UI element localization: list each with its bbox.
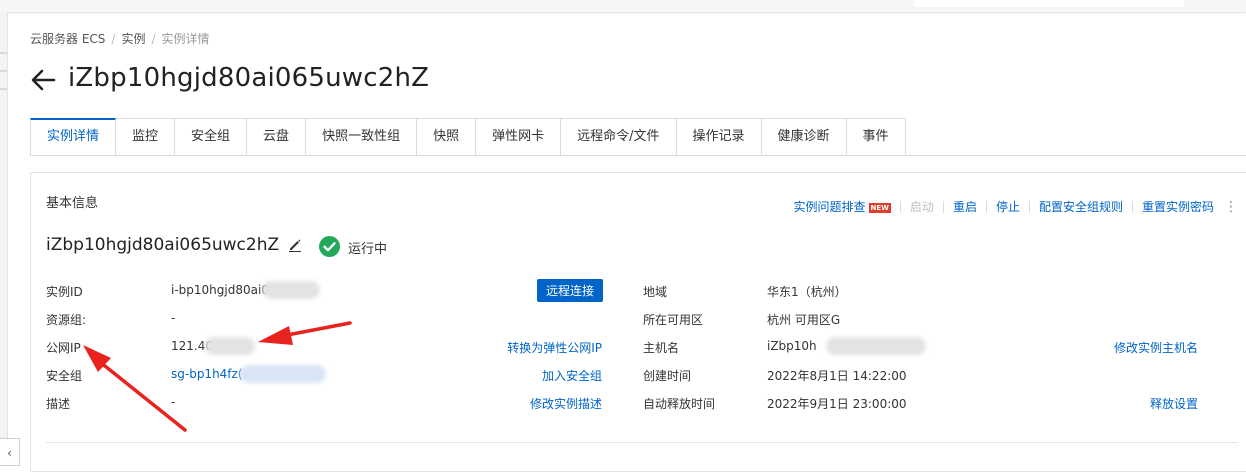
instance-id-value: i-bp10hgjd80ai0 <box>171 283 269 297</box>
breadcrumb: 云服务器 ECS / 实例 / 实例详情 <box>30 30 210 47</box>
basic-info-panel <box>30 172 1246 472</box>
convert-to-eip-link[interactable]: 转换为弹性公网IP <box>507 339 602 356</box>
collapse-sidebar-button[interactable]: ‹ <box>0 438 20 466</box>
tab-eni[interactable]: 弹性网卡 <box>476 118 562 156</box>
top-search-area[interactable] <box>914 0 1184 7</box>
breadcrumb-separator: / <box>111 32 116 46</box>
zone-value: 杭州 可用区G <box>767 313 841 327</box>
tab-security-groups[interactable]: 安全组 <box>175 118 248 156</box>
description-value: - <box>171 395 176 409</box>
check-circle-icon <box>319 236 340 257</box>
new-badge: NEW <box>868 203 891 213</box>
instance-actions: 实例问题排查 NEW 启动 重启 停止 配置安全组规则 重置实例密码 ⋮ <box>794 198 1238 215</box>
tab-monitoring[interactable]: 监控 <box>116 118 176 156</box>
top-bar <box>0 0 1246 13</box>
reset-password-link[interactable]: 重置实例密码 <box>1142 198 1214 215</box>
action-divider <box>1131 200 1133 213</box>
action-divider <box>985 200 987 213</box>
edit-description-link[interactable]: 修改实例描述 <box>530 395 602 412</box>
redaction-mask <box>240 365 326 383</box>
action-divider <box>942 200 944 213</box>
tab-instance-details[interactable]: 实例详情 <box>30 118 117 156</box>
tab-events[interactable]: 事件 <box>846 118 906 156</box>
security-group-label: 安全组 <box>46 369 83 383</box>
troubleshoot-link[interactable]: 实例问题排查 NEW <box>794 198 891 215</box>
public-ip-label: 公网IP <box>46 341 81 355</box>
redaction-mask <box>205 337 255 355</box>
rail-marker <box>0 88 7 90</box>
section-title: 基本信息 <box>46 196 99 211</box>
redaction-mask <box>826 337 926 355</box>
tab-snapshot-consistency-groups[interactable]: 快照一致性组 <box>306 118 418 156</box>
created-time-value: 2022年8月1日 14:22:00 <box>767 369 907 383</box>
tab-bar: 实例详情 监控 安全组 云盘 快照一致性组 快照 弹性网卡 远程命令/文件 操作… <box>30 118 906 156</box>
section-divider <box>46 442 1238 443</box>
resource-group-value: - <box>171 311 176 325</box>
pencil-icon[interactable] <box>288 238 302 252</box>
edit-hostname-link[interactable]: 修改实例主机名 <box>1114 339 1198 356</box>
more-options-icon[interactable]: ⋮ <box>1224 199 1238 215</box>
tab-health-diagnosis[interactable]: 健康诊断 <box>761 118 847 156</box>
rail-marker <box>0 70 7 72</box>
tab-remote-commands[interactable]: 远程命令/文件 <box>561 118 677 156</box>
auto-release-value: 2022年9月1日 23:00:00 <box>767 397 907 411</box>
chevron-left-icon: ‹ <box>7 446 12 460</box>
left-sidebar-rail <box>0 12 8 466</box>
stop-button[interactable]: 停止 <box>996 198 1020 215</box>
restart-button[interactable]: 重启 <box>953 198 977 215</box>
arrow-left-icon[interactable] <box>30 66 56 94</box>
resource-group-label: 资源组: <box>46 313 87 327</box>
hostname-value: iZbp10h <box>767 339 817 353</box>
security-group-link[interactable]: sg-bp1h4fz( <box>171 367 243 381</box>
zone-label: 所在可用区 <box>643 313 704 327</box>
page-title: iZbp10hgjd80ai065uwc2hZ <box>68 63 430 93</box>
region-value: 华东1（杭州） <box>767 285 847 299</box>
breadcrumb-ecs[interactable]: 云服务器 ECS <box>30 32 105 46</box>
instance-id-label: 实例ID <box>46 285 83 299</box>
tab-snapshots[interactable]: 快照 <box>417 118 477 156</box>
rail-marker <box>0 52 7 54</box>
redaction-mask <box>262 281 320 299</box>
action-divider <box>899 200 901 213</box>
status-text: 运行中 <box>348 242 388 257</box>
created-time-label: 创建时间 <box>643 369 692 383</box>
region-label: 地域 <box>643 285 668 299</box>
remote-connect-button[interactable]: 远程连接 <box>537 279 603 302</box>
auto-release-label: 自动释放时间 <box>643 397 716 411</box>
join-security-group-link[interactable]: 加入安全组 <box>542 367 602 384</box>
description-label: 描述 <box>46 397 71 411</box>
tab-cloud-disks[interactable]: 云盘 <box>247 118 307 156</box>
troubleshoot-label: 实例问题排查 <box>793 200 866 214</box>
hostname-label: 主机名 <box>643 341 680 355</box>
start-button[interactable]: 启动 <box>910 198 934 215</box>
action-divider <box>1028 200 1030 213</box>
breadcrumb-current: 实例详情 <box>161 32 210 46</box>
tab-operation-logs[interactable]: 操作记录 <box>676 118 762 156</box>
release-settings-link[interactable]: 释放设置 <box>1150 395 1198 412</box>
tab-underline <box>30 155 1246 156</box>
breadcrumb-instances[interactable]: 实例 <box>121 32 145 46</box>
configure-sg-rules-link[interactable]: 配置安全组规则 <box>1039 198 1123 215</box>
breadcrumb-separator: / <box>151 32 156 46</box>
instance-name: iZbp10hgjd80ai065uwc2hZ <box>46 235 280 255</box>
